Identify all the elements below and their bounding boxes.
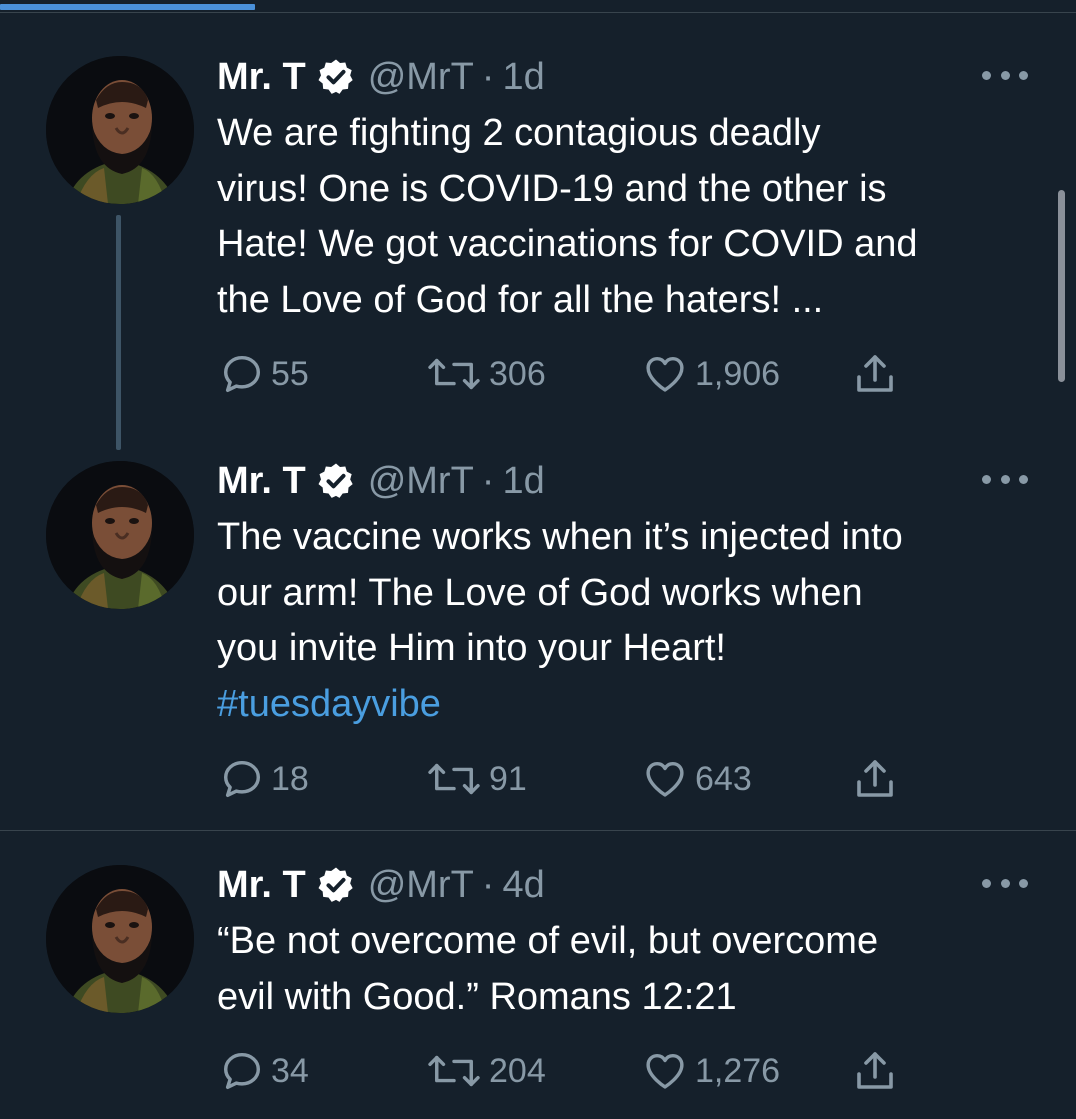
retweet-arrows-icon — [428, 763, 480, 795]
avatar[interactable] — [46, 56, 194, 204]
tweet-divider — [0, 830, 1076, 831]
tweet-text-line: the Love of God for all the haters! ... — [217, 278, 824, 321]
share-upload-icon — [857, 355, 893, 392]
tweet-actions: 34 204 1,276 — [219, 1048, 919, 1094]
verified-badge-icon — [318, 59, 353, 94]
author-name[interactable]: Mr. T — [217, 864, 306, 907]
like-count: 1,906 — [695, 354, 781, 393]
tweet-actions: 18 91 643 — [219, 756, 919, 802]
retweet-button[interactable]: 306 — [425, 351, 546, 397]
like-count: 643 — [695, 759, 752, 798]
heart-icon — [646, 761, 684, 797]
author-handle[interactable]: @MrT — [368, 460, 474, 503]
verified-badge-icon — [318, 867, 353, 902]
retweet-count: 91 — [489, 759, 527, 798]
tweet-timestamp[interactable]: 1d — [502, 56, 544, 99]
retweet-count: 306 — [489, 354, 546, 393]
like-button[interactable]: 1,276 — [641, 1048, 780, 1094]
like-button[interactable]: 643 — [641, 756, 752, 802]
tweet-text-line: you invite Him into your Heart! — [217, 627, 726, 669]
tab-bar — [0, 0, 1076, 13]
separator-dot: · — [481, 863, 495, 906]
tweet-header: Mr. T @MrT · 1d — [217, 456, 545, 506]
tweet-text-line: our arm! The Love of God works when — [217, 571, 863, 614]
like-count: 1,276 — [695, 1051, 781, 1090]
verified-badge-icon — [318, 463, 353, 498]
retweet-arrows-icon — [428, 1055, 480, 1087]
reply-count: 34 — [271, 1051, 309, 1090]
share-button[interactable] — [851, 351, 899, 397]
separator-dot: · — [481, 459, 495, 502]
retweet-button[interactable]: 91 — [425, 756, 527, 802]
avatar[interactable] — [46, 865, 194, 1013]
tweet[interactable]: Mr. T @MrT · 1d We are fighting 2 contag… — [0, 40, 1076, 418]
more-dots-icon[interactable] — [982, 469, 1028, 489]
separator-dot: · — [481, 55, 495, 98]
reply-button[interactable]: 55 — [219, 351, 309, 397]
tweet[interactable]: Mr. T @MrT · 4d “Be not overcome of evil… — [0, 832, 1076, 1119]
reply-button[interactable]: 18 — [219, 756, 309, 802]
author-name[interactable]: Mr. T — [217, 460, 306, 503]
like-button[interactable]: 1,906 — [641, 351, 780, 397]
tweet-text: “Be not overcome of evil, but overcome e… — [217, 914, 1047, 1025]
tweet-timestamp[interactable]: 1d — [502, 460, 544, 503]
tweet-timestamp[interactable]: 4d — [502, 864, 544, 907]
tweet-thread-view: Mr. T @MrT · 1d We are fighting 2 contag… — [0, 0, 1076, 1119]
tweet-text-line: virus! One is COVID-19 and the other is — [217, 167, 887, 210]
tweet-actions: 55 306 1,906 — [219, 351, 919, 397]
author-name[interactable]: Mr. T — [217, 56, 306, 99]
tweet-header: Mr. T @MrT · 1d — [217, 52, 545, 102]
tweet-text-line: Hate! We got vaccinations for COVID and — [217, 223, 918, 265]
tweet-text-line: We are fighting 2 contagious deadly — [217, 112, 821, 154]
avatar[interactable] — [46, 461, 194, 609]
more-dots-icon[interactable] — [982, 65, 1028, 85]
active-tab-indicator — [0, 4, 255, 10]
retweet-arrows-icon — [428, 358, 480, 390]
reply-count: 55 — [271, 354, 309, 393]
share-button[interactable] — [851, 1048, 899, 1094]
retweet-button[interactable]: 204 — [425, 1048, 546, 1094]
tweet-text-line: evil with Good.” Romans 12:21 — [217, 975, 737, 1018]
tweet-text-line: The vaccine works when it’s injected int… — [217, 516, 903, 558]
reply-button[interactable]: 34 — [219, 1048, 309, 1094]
hashtag-link[interactable]: #tuesdayvibe — [217, 677, 1047, 733]
tweet[interactable]: Mr. T @MrT · 1d The vaccine works when i… — [0, 440, 1076, 830]
share-upload-icon — [857, 760, 893, 797]
reply-bubble-icon — [223, 1052, 261, 1090]
retweet-count: 204 — [489, 1051, 546, 1090]
share-button[interactable] — [851, 756, 899, 802]
avatar-image — [46, 461, 194, 609]
tweet-text-line: “Be not overcome of evil, but overcome — [217, 920, 879, 962]
heart-icon — [646, 1053, 684, 1089]
reply-bubble-icon — [223, 760, 261, 798]
author-handle[interactable]: @MrT — [368, 864, 474, 907]
share-upload-icon — [857, 1052, 893, 1089]
scrollbar[interactable] — [1058, 190, 1065, 382]
reply-count: 18 — [271, 759, 309, 798]
heart-icon — [646, 356, 684, 392]
avatar-image — [46, 56, 194, 204]
more-dots-icon[interactable] — [982, 873, 1028, 893]
author-handle[interactable]: @MrT — [368, 56, 474, 99]
avatar-image — [46, 865, 194, 1013]
reply-bubble-icon — [223, 355, 261, 393]
tweet-header: Mr. T @MrT · 4d — [217, 860, 545, 910]
tweet-text: The vaccine works when it’s injected int… — [217, 510, 1047, 732]
tweet-text: We are fighting 2 contagious deadly viru… — [217, 106, 1047, 328]
